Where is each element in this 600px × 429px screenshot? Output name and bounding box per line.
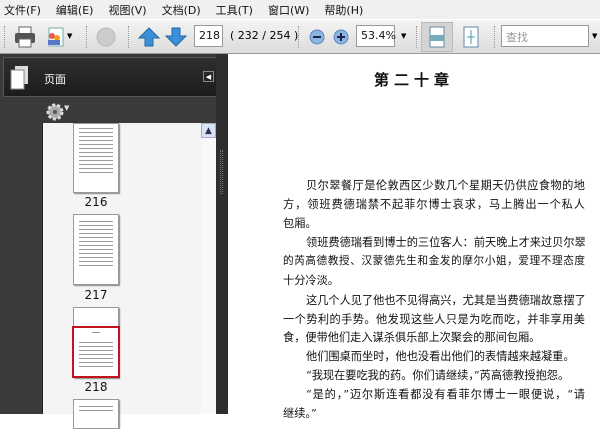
text-line: 的芮高德教授、汉蒙德先生和金发的摩尔小姐，爱理不理态度 — [283, 255, 585, 267]
page-thumbnail-219[interactable] — [73, 399, 119, 429]
menu-bar: 文件(F) 编辑(E) 视图(V) 文档(D) 工具(T) 窗口(W) 帮助(H… — [0, 0, 600, 19]
scroll-up-button[interactable]: ▲ — [201, 123, 216, 138]
text-line: 他们围桌而坐时，他也没看出他们的表情越来越凝重。 — [306, 350, 575, 363]
fit-page-icon[interactable] — [460, 26, 482, 50]
menu-window[interactable]: 窗口(W) — [268, 2, 309, 18]
chevron-down-icon[interactable]: ▼ — [67, 32, 72, 40]
previous-page-icon[interactable] — [138, 26, 160, 48]
text-line: 贝尔翠餐厅是伦敦西区少数几个星期天仍供应食物的地 — [306, 179, 585, 192]
next-page-icon[interactable] — [165, 26, 187, 48]
print-icon[interactable] — [13, 26, 37, 48]
text-line: 领班费德瑞看到博士的三位客人：前天晚上才来过贝尔翠 — [306, 236, 586, 249]
panel-title: 页面 — [44, 73, 66, 86]
thumbnail-label: 217 — [84, 288, 108, 302]
zoom-out-icon[interactable] — [309, 29, 325, 45]
collaborate-icon[interactable] — [44, 26, 66, 48]
text-line: 方，领班费德瑞禁不起菲尔博士哀求，马上腾出一个私人 — [283, 198, 585, 211]
page-thumbnail-216[interactable] — [73, 123, 119, 193]
pages-panel: 页面 ◀ ▼ 216 217 218 ▲ — [0, 54, 228, 429]
page-count: ( 232 / 254 ) — [230, 29, 299, 42]
thumbnail-label: 218 — [84, 380, 108, 394]
options-dropdown-icon[interactable]: ▼ — [64, 104, 69, 112]
text-line: “我现在要吃我的药。你们请继续，”芮高德教授抱怨。 — [306, 369, 570, 382]
panel-header: 页面 ◀ — [3, 57, 218, 97]
page-thumbnail-218[interactable] — [72, 307, 120, 378]
gear-icon[interactable] — [45, 103, 65, 121]
menu-view[interactable]: 视图(V) — [108, 2, 146, 18]
thumbnail-list: 216 217 218 ▲ — [42, 123, 217, 429]
page-thumbnail-217[interactable] — [73, 214, 119, 285]
text-line: 继续。” — [283, 407, 317, 420]
fit-width-icon — [429, 26, 445, 48]
menu-help[interactable]: 帮助(H) — [324, 2, 363, 18]
menu-tools[interactable]: 工具(T) — [216, 2, 253, 18]
zoom-input[interactable]: 53.4% — [356, 25, 396, 47]
chapter-title: 第二十章 — [373, 71, 454, 89]
search-dropdown-icon[interactable]: ▼ — [592, 32, 597, 40]
current-view-box[interactable] — [72, 326, 120, 378]
pages-icon — [10, 66, 28, 90]
page-number-input[interactable]: 218 — [194, 25, 223, 47]
fit-width-button[interactable] — [421, 22, 453, 52]
text-line: “是的，”迈尔斯连看都没有看菲尔博士一眼便说，“请 — [306, 388, 585, 401]
text-line: 十分冷淡。 — [283, 274, 339, 287]
comment-icon — [96, 27, 116, 47]
text-line: 这几个人见了他也不见得高兴，尤其是当费德瑞故意摆了 — [306, 294, 586, 307]
menu-document[interactable]: 文档(D) — [162, 2, 201, 18]
zoom-in-icon[interactable] — [333, 29, 349, 45]
menu-edit[interactable]: 编辑(E) — [56, 2, 94, 18]
zoom-dropdown-icon[interactable]: ▼ — [401, 32, 406, 40]
menu-file[interactable]: 文件(F) — [4, 2, 41, 18]
text-line: 一个势利的手势。他发现这些人只是为吃而吃，并非享用美 — [283, 313, 585, 326]
panel-splitter[interactable] — [216, 54, 228, 414]
search-input[interactable]: 查找 — [501, 25, 589, 47]
scrollbar[interactable]: ▲ — [201, 123, 217, 414]
text-line: 包厢。 — [283, 217, 317, 230]
thumbnail-label: 216 — [84, 195, 108, 209]
collapse-panel-button[interactable]: ◀ — [203, 71, 214, 82]
text-line: 食，便带他们走入谋杀俱乐部上次聚会的那间包厢。 — [283, 331, 541, 344]
toolbar: ▼ 218 ( 232 / 254 ) 53.4% ▼ 查找 ▼ — [0, 19, 600, 54]
document-page: 第二十章 贝尔翠餐厅是伦敦西区少数几个星期天仍供应食物的地 方，领班费德瑞禁不起… — [228, 54, 600, 420]
